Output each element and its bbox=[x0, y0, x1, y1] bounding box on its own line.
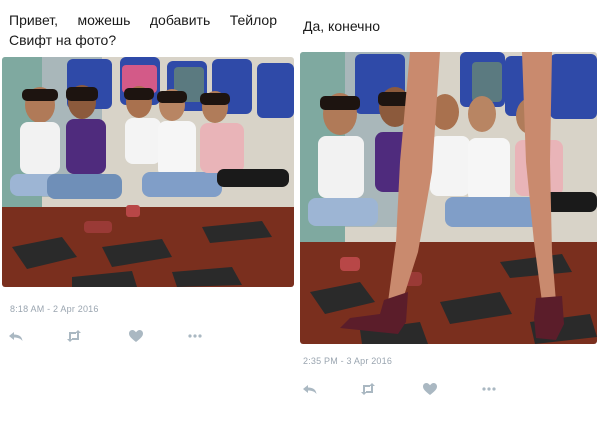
tweet-actions bbox=[302, 381, 502, 397]
more-icon[interactable] bbox=[481, 381, 497, 397]
tweet-original: Привет, можешь добавить Тейлор Свифт на … bbox=[0, 0, 300, 432]
reply-icon[interactable] bbox=[8, 328, 24, 344]
tweet-actions bbox=[8, 328, 208, 344]
tweet-photo[interactable] bbox=[300, 52, 597, 344]
like-icon[interactable] bbox=[422, 381, 438, 397]
group-photo-image bbox=[2, 57, 294, 287]
tweet-reply: Да, конечно 2:35 PM - 3 Apr 2016 bbox=[298, 0, 604, 432]
like-icon[interactable] bbox=[128, 328, 144, 344]
group-photo-with-legs-image bbox=[300, 52, 597, 344]
tweet-photo[interactable] bbox=[2, 57, 294, 287]
tweet-text: Привет, можешь добавить Тейлор Свифт на … bbox=[9, 12, 277, 48]
tweet-text: Да, конечно bbox=[303, 18, 380, 34]
tweet-timestamp: 8:18 AM - 2 Apr 2016 bbox=[10, 304, 99, 314]
retweet-icon[interactable] bbox=[66, 328, 82, 344]
more-icon[interactable] bbox=[187, 328, 203, 344]
retweet-icon[interactable] bbox=[360, 381, 376, 397]
reply-icon[interactable] bbox=[302, 381, 318, 397]
tweet-timestamp: 2:35 PM - 3 Apr 2016 bbox=[303, 356, 393, 366]
